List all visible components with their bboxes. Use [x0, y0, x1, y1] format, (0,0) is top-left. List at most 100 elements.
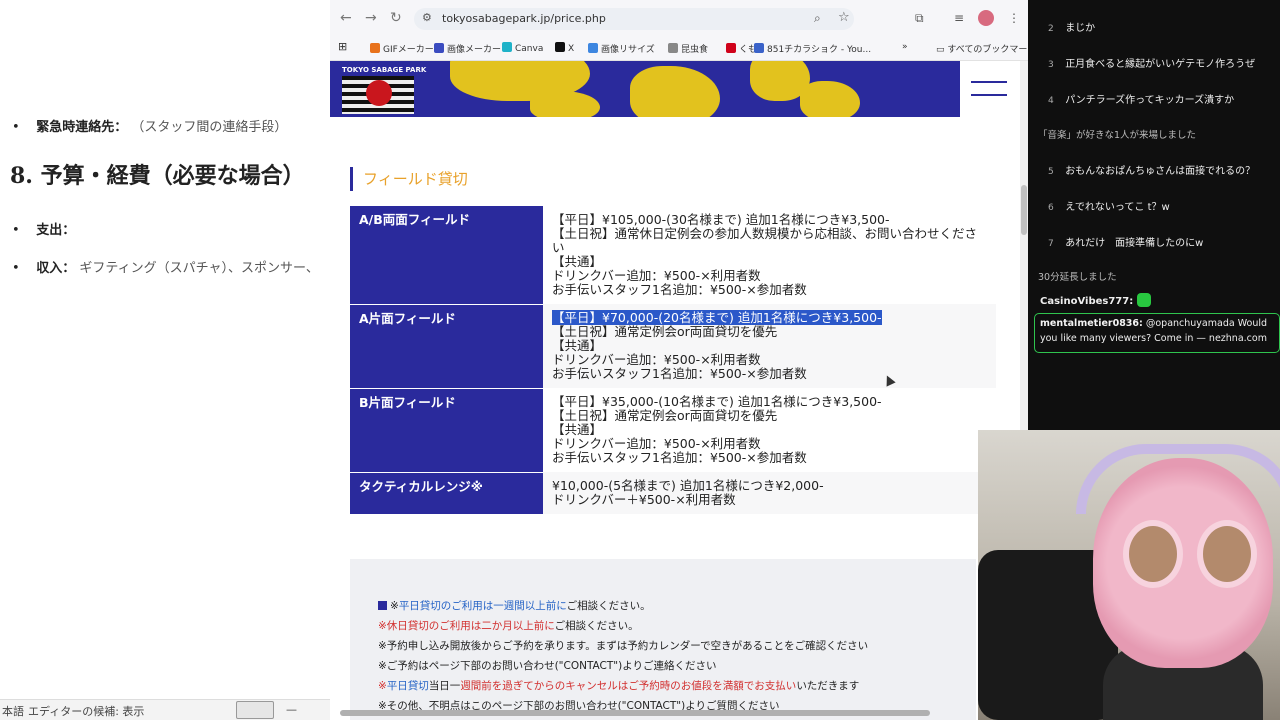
price-line: ドリンクバー追加：¥500-×利用者数: [552, 352, 761, 367]
chat-ranking-item: 2 まじか: [1048, 23, 1096, 34]
note-weekday: ※平日貸切のご利用は一週間以上前にご相談ください。: [378, 598, 651, 613]
price-table: A/B両面フィールド 【平日】¥105,000-(30名様まで) 追加1名様につき…: [350, 206, 996, 515]
price-line: 【土日祝】通常休日定例会の参加人数規模から応相談、お問い合わせくださ: [552, 226, 978, 241]
price-line: 【共通】: [552, 254, 603, 269]
system-message-extend: 30分延長しました: [1038, 272, 1117, 283]
bookmark-item[interactable]: 851チカラショク - You...: [754, 42, 871, 55]
browser-window: ← → ↻ ⚙ tokyosabagepark.jp/price.php ⌕ ☆…: [330, 0, 1036, 720]
zoom-icon[interactable]: ⌕: [814, 11, 821, 26]
web-page: TOKYO SABAGE PARK フィールド貸切 A/B両面フィールド 【平日】…: [330, 61, 1020, 720]
reload-icon[interactable]: ↻: [390, 10, 402, 26]
emergency-label: 緊急時連絡先：: [36, 120, 128, 135]
all-bookmarks-folder[interactable]: ▭ すべてのブックマーク: [936, 42, 1036, 55]
section-heading: 8. 予算・経費（必要な場合）: [10, 163, 305, 189]
url-text[interactable]: tokyosabagepark.jp/price.php: [442, 12, 606, 25]
horizontal-scrollbar[interactable]: [340, 710, 930, 716]
field-name: B片面フィールド: [350, 388, 543, 473]
price-details: 【平日】¥105,000-(30名様まで) 追加1名様につき¥3,500- 【土日…: [543, 206, 996, 304]
price-line: お手伝いスタッフ1名追加：¥500-×参加者数: [552, 366, 807, 381]
price-line: ¥10,000-(5名様まで) 追加1名様につき¥2,000-: [552, 478, 824, 493]
note-contact: ※ご予約はページ下部のお問い合わせ("CONTACT")よりご連絡ください: [378, 660, 717, 672]
chat-ranking-item: 6 えでれないってこ t？w: [1048, 202, 1170, 213]
field-name: A/B両面フィールド: [350, 206, 543, 305]
income-value: ギフティング（スパチャ）、スポンサー、: [79, 261, 319, 276]
bookmark-item[interactable]: GIFメーカー: [370, 42, 434, 55]
note-holiday: ※休日貸切のご利用は二か月以上前にご相談ください。: [378, 620, 639, 632]
income-label: 収入：: [36, 261, 76, 276]
section-title: フィールド貸切: [350, 167, 468, 191]
bookmark-favicon-icon: [588, 43, 598, 53]
price-line: 【平日】¥105,000-(30名様まで) 追加1名様につき¥3,500-: [552, 212, 890, 227]
price-line: 【共通】: [552, 338, 603, 353]
apps-icon[interactable]: ⊞: [338, 40, 347, 53]
price-line: ドリンクバー追加：¥500-×利用者数: [552, 436, 761, 451]
chat-ranking-item: 7 あれだけ 面接準備したのにw: [1048, 238, 1204, 249]
extensions-icon[interactable]: ⧉: [915, 11, 924, 26]
field-name: A片面フィールド: [350, 304, 543, 389]
bookmark-item[interactable]: くも: [726, 42, 757, 55]
bookmark-item[interactable]: 昆虫食: [668, 42, 708, 55]
live-chat-panel: 「音楽」が好きな1人が来場しました 30分延長しました CasinoVibes7…: [1028, 0, 1280, 430]
bookmark-favicon-icon: [502, 42, 512, 52]
bookmark-item[interactable]: 画像メーカー: [434, 42, 501, 55]
site-info-icon[interactable]: ⚙: [422, 11, 432, 24]
bookmark-favicon-icon: [726, 43, 736, 53]
hamburger-menu-icon[interactable]: [960, 61, 1020, 117]
status-language: 本語: [2, 705, 24, 718]
chat-ranking-item: 3 正月食べると縁起がいいゲテモノ作ろうぜ: [1048, 59, 1256, 70]
notes-box: ※平日貸切のご利用は一週間以上前にご相談ください。 ※休日貸切のご利用は二か月以…: [350, 559, 976, 720]
back-icon[interactable]: ←: [340, 10, 352, 26]
media-icon[interactable]: ≡: [954, 11, 964, 25]
price-details: 【平日】¥35,000-(10名様まで) 追加1名様につき¥3,500- 【土日祝…: [543, 388, 996, 472]
price-row: タクティカルレンジ※ ¥10,000-(5名様まで) 追加1名様につき¥2,000…: [350, 472, 996, 515]
selected-text[interactable]: 【平日】¥70,000-(20名様まで) 追加1名様につき¥3,500-: [552, 310, 882, 325]
chat-ranking-item: 5 おもんなおぱんちゅさんは面接でれるの？: [1048, 166, 1256, 177]
status-bar: 本語 エディターの候補: 表示 —: [0, 699, 330, 720]
bookmarks-bar: ⊞ GIFメーカー 画像メーカー Canva X 画像リサイズ 昆虫食 くも 851チカラショ…: [330, 36, 1036, 61]
view-mode-button[interactable]: [236, 701, 274, 719]
bookmark-item[interactable]: X: [555, 42, 574, 54]
profile-avatar[interactable]: [978, 10, 994, 26]
site-banner: TOKYO SABAGE PARK: [330, 61, 960, 117]
bookmark-favicon-icon: [555, 42, 565, 52]
price-line: 【共通】: [552, 422, 603, 437]
bookmark-item[interactable]: 画像リサイズ: [588, 42, 655, 55]
chat-username: mentalmetier0836:: [1040, 318, 1143, 329]
chat-user-casino: CasinoVibes777:: [1040, 293, 1152, 307]
bookmark-favicon-icon: [434, 43, 444, 53]
price-line: い: [552, 240, 565, 255]
browser-toolbar: ← → ↻ ⚙ tokyosabagepark.jp/price.php ⌕ ☆…: [330, 0, 1028, 36]
system-message-join: 「音楽」が好きな1人が来場しました: [1038, 130, 1197, 141]
headset: [1076, 444, 1280, 514]
chat-ranking-item: 4 パンチラーズ作ってキッカーズ潰すか: [1048, 95, 1235, 106]
price-line: ドリンクバー＋¥500-×利用者数: [552, 492, 736, 507]
forward-icon[interactable]: →: [365, 10, 377, 26]
price-line: 【土日祝】通常定例会or両面貸切を優先: [552, 324, 778, 339]
price-line: 【平日】¥35,000-(10名様まで) 追加1名様につき¥3,500-: [552, 394, 882, 409]
webcam-overlay: [978, 430, 1280, 720]
bookmark-favicon-icon: [754, 43, 764, 53]
status-editor-suggestions[interactable]: エディターの候補: 表示: [28, 703, 144, 719]
note-reservation: ※予約申し込み開放後からご予約を承ります。まずは予約カレンダーで空きがあることを…: [378, 640, 869, 652]
price-line: お手伝いスタッフ1名追加：¥500-×参加者数: [552, 450, 807, 465]
menu-icon[interactable]: ⋮: [1008, 11, 1020, 25]
gift-badge-icon: [1137, 293, 1152, 307]
price-row: B片面フィールド 【平日】¥35,000-(10名様まで) 追加1名様につき¥3,…: [350, 388, 996, 473]
emergency-contact-item: • 緊急時連絡先： （スタッフ間の連絡手段）: [12, 120, 288, 135]
bookmark-favicon-icon: [668, 43, 678, 53]
square-bullet-icon: [378, 601, 387, 610]
document-editor: • 緊急時連絡先： （スタッフ間の連絡手段） 8. 予算・経費（必要な場合） •…: [0, 0, 330, 720]
folder-icon: ▭: [936, 45, 948, 55]
income-item: • 収入： ギフティング（スパチャ）、スポンサー、: [12, 261, 319, 276]
site-logo[interactable]: TOKYO SABAGE PARK: [342, 66, 426, 114]
zoom-minus-icon[interactable]: —: [286, 703, 297, 716]
price-row: A片面フィールド 【平日】¥70,000-(20名様まで) 追加1名様につき¥3,…: [350, 304, 996, 389]
price-row: A/B両面フィールド 【平日】¥105,000-(30名様まで) 追加1名様につき…: [350, 206, 996, 305]
bookmark-item[interactable]: Canva: [502, 42, 543, 54]
logo-text: TOKYO SABAGE PARK: [342, 66, 427, 74]
more-bookmarks-icon[interactable]: »: [902, 42, 908, 52]
address-bar[interactable]: ⚙ tokyosabagepark.jp/price.php ⌕ ☆: [414, 8, 854, 30]
star-icon[interactable]: ☆: [838, 10, 850, 25]
highlighted-chat-message: mentalmetier0836: @opanchuyamada Would y…: [1034, 313, 1280, 353]
expense-item: • 支出：: [12, 223, 76, 238]
